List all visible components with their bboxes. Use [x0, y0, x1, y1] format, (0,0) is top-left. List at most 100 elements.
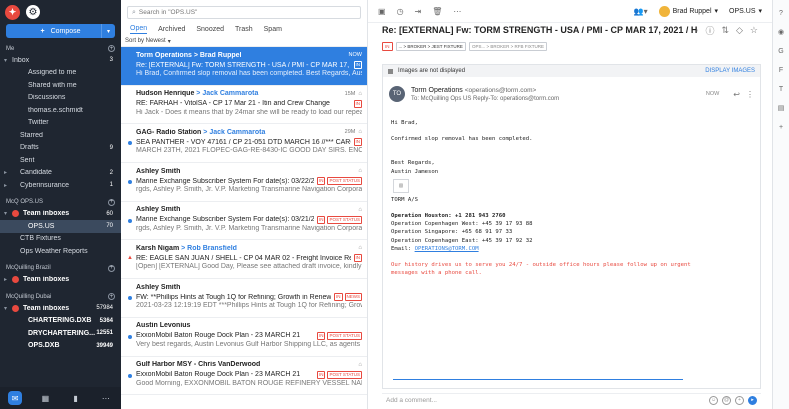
sort-icon[interactable]: ⇅: [721, 25, 729, 36]
app-t-icon[interactable]: T: [776, 84, 786, 94]
star-icon[interactable]: ☆: [750, 25, 758, 36]
sidebar-item-discussions[interactable]: Discussions: [0, 92, 121, 105]
comment-bar[interactable]: Add a comment... ☺ @ + ▸: [382, 393, 761, 406]
list-item[interactable]: Gulf Harbor MSY - Chris VanDerwood ⌂ Exxo…: [121, 357, 367, 396]
sort-dropdown[interactable]: Sort by Newest ▾: [121, 36, 367, 47]
sidebar-item-ops-weather[interactable]: Ops Weather Reports: [0, 245, 121, 258]
tag-chip[interactable]: ... > BROKER > JEST FIXTURE: [395, 41, 466, 51]
tab-open[interactable]: Open: [130, 25, 148, 34]
keyboard-icon[interactable]: ▤: [776, 103, 786, 113]
tag-chip[interactable]: IN: [382, 41, 393, 51]
mention-icon[interactable]: @: [722, 395, 731, 405]
sidebar-item-twitter[interactable]: Twitter: [0, 117, 121, 130]
add-icon[interactable]: +: [108, 293, 115, 300]
status-badge: IN: [353, 99, 362, 108]
list-item[interactable]: Ashley Smith FW: **Phillips Hints at Tou…: [121, 279, 367, 318]
info-icon[interactable]: ⓘ: [705, 24, 714, 37]
unread-dot-icon: [128, 218, 132, 223]
caret-down-icon[interactable]: ▾: [4, 210, 7, 217]
analytics-icon[interactable]: ▮: [69, 391, 83, 405]
sidebar-item-chartering-dxb[interactable]: CHARTERING.DXB 5364: [0, 315, 121, 328]
display-images-link[interactable]: DISPLAY IMAGES: [705, 68, 755, 74]
caret-down-icon[interactable]: ▾: [4, 57, 7, 64]
more-icon[interactable]: ⋯: [99, 391, 113, 405]
snooze-icon[interactable]: ◷: [397, 7, 404, 16]
caret-down-icon[interactable]: ▾: [4, 305, 7, 312]
tag-badge: POST STATUS: [327, 215, 362, 224]
sidebar-item-candidate[interactable]: ▸ Candidate 2: [0, 167, 121, 180]
sidebar-item-starred[interactable]: Starred: [0, 129, 121, 142]
list-item[interactable]: Karsh Nigam > Rob Bransfield ⌂ RE: EAGLE …: [121, 240, 367, 280]
sidebar-item-team-inboxes-dubai[interactable]: ▾ Team inboxes 57984: [0, 302, 121, 315]
sidebar-item-thomas[interactable]: thomas.e.schmidt: [0, 104, 121, 117]
app-f-icon[interactable]: F: [776, 65, 786, 75]
caret-right-icon[interactable]: ▸: [4, 169, 7, 176]
inbox-icon[interactable]: ✉: [8, 391, 23, 405]
help-icon[interactable]: ?: [776, 8, 786, 18]
send-icon[interactable]: ▸: [748, 395, 757, 405]
add-icon[interactable]: +: [108, 45, 115, 52]
list-item[interactable]: Hudson Henrique > Jack Cammarota 15M ⌂ RE:…: [121, 86, 367, 125]
tag-chip[interactable]: OPS... > BROKER > RFB FIXTURE: [468, 41, 547, 51]
list-item[interactable]: GAG- Radio Station > Jack Cammarota 29M ⌂ …: [121, 124, 367, 164]
sidebar-item-ops-us[interactable]: OPS.US 70: [0, 220, 121, 233]
sidebar: ✦ ⚙ + Compose ▾ Me + ▾ Inbox 3 Assigned …: [0, 0, 121, 409]
assignee-dropdown[interactable]: Brad Ruppel ▾: [658, 5, 718, 17]
app-g-icon[interactable]: G: [776, 46, 786, 56]
sidebar-item-drafts[interactable]: Drafts 9: [0, 142, 121, 155]
add-icon[interactable]: +: [108, 264, 115, 272]
sidebar-bottom-bar: ✉ ▦ ▮ ⋯: [0, 387, 121, 409]
tab-spam[interactable]: Spam: [264, 26, 282, 33]
list-item[interactable]: Ashley Smith ⌂ Marine Exchange Subscriber…: [121, 202, 367, 241]
tab-snoozed[interactable]: Snoozed: [196, 26, 224, 33]
sidebar-item-sent[interactable]: Sent: [0, 154, 121, 167]
caret-right-icon[interactable]: ▸: [4, 276, 7, 283]
reply-icon[interactable]: ↩: [733, 90, 740, 99]
inbox-dropdown[interactable]: OPS.US ▾: [729, 7, 762, 16]
sidebar-item-team-inboxes-ops[interactable]: ▾ Team inboxes 60: [0, 208, 121, 221]
avatar: TO: [389, 86, 405, 102]
people-icon[interactable]: 👥▾: [634, 7, 648, 16]
email-card: Images are not displayed DISPLAY IMAGES …: [382, 64, 761, 389]
add-icon[interactable]: +: [108, 198, 115, 206]
sidebar-item-drychartering[interactable]: DRYCHARTERING... 12551: [0, 327, 121, 340]
email-header: TO Torm Operations <operations@torm.com>…: [383, 77, 760, 111]
sidebar-item-shared[interactable]: Shared with me: [0, 79, 121, 92]
settings-gear-icon[interactable]: ⚙: [26, 5, 40, 19]
emoji-icon[interactable]: ☺: [709, 395, 718, 405]
front-logo-icon[interactable]: ✦: [5, 4, 20, 20]
more-icon[interactable]: ⋯: [453, 7, 461, 16]
list-item[interactable]: Austin Levonius ExxonMobil Baton Rouge D…: [121, 318, 367, 357]
sidebar-item-assigned[interactable]: Assigned to me: [0, 67, 121, 80]
compose-button[interactable]: + Compose ▾: [6, 24, 115, 38]
pin-icon[interactable]: ◉: [776, 27, 786, 37]
list-item[interactable]: Ashley Smith ⌂ Marine Exchange Subscriber…: [121, 163, 367, 202]
calendar-icon[interactable]: ▦: [38, 391, 52, 405]
sidebar-item-team-inboxes-brazil[interactable]: ▸ Team inboxes: [0, 274, 121, 287]
brazil-section-header: McQuilling Brazil +: [0, 263, 121, 274]
tag-badge: NEWS: [344, 293, 362, 302]
avatar: [658, 5, 670, 17]
trash-icon[interactable]: 🗑: [432, 7, 442, 16]
search-box[interactable]: ⌕: [127, 6, 361, 19]
tab-trash[interactable]: Trash: [235, 26, 253, 33]
more-vertical-icon[interactable]: ⋮: [746, 90, 754, 99]
move-icon[interactable]: ⇥: [415, 7, 422, 16]
compose-dropdown-icon[interactable]: ▾: [101, 24, 115, 38]
sidebar-item-inbox[interactable]: ▾ Inbox 3: [0, 54, 121, 67]
tab-archived[interactable]: Archived: [158, 26, 185, 33]
email-link[interactable]: OPERATIONS@TORM.COM: [415, 246, 479, 252]
sidebar-item-ops-dxb[interactable]: OPS.DXB 39949: [0, 340, 121, 353]
attach-icon[interactable]: +: [735, 395, 744, 405]
archive-icon[interactable]: ▣: [378, 7, 386, 16]
caret-right-icon[interactable]: ▸: [4, 182, 7, 189]
sidebar-item-ctb-fixtures[interactable]: CTB Fixtures: [0, 233, 121, 246]
tag-icon[interactable]: ◇: [736, 25, 743, 36]
sidebar-item-cyberinsurance[interactable]: ▸ Cyberinsurance 1: [0, 179, 121, 192]
comment-input[interactable]: Add a comment...: [386, 397, 437, 404]
filter-tabs: Open Archived Snoozed Trash Spam: [121, 22, 367, 36]
list-item[interactable]: Torm Operations > Brad Ruppel NOW Re: [EX…: [121, 47, 367, 86]
tag-badge: POST STATUS: [327, 370, 362, 379]
search-input[interactable]: [138, 9, 356, 16]
add-app-icon[interactable]: +: [776, 122, 786, 132]
